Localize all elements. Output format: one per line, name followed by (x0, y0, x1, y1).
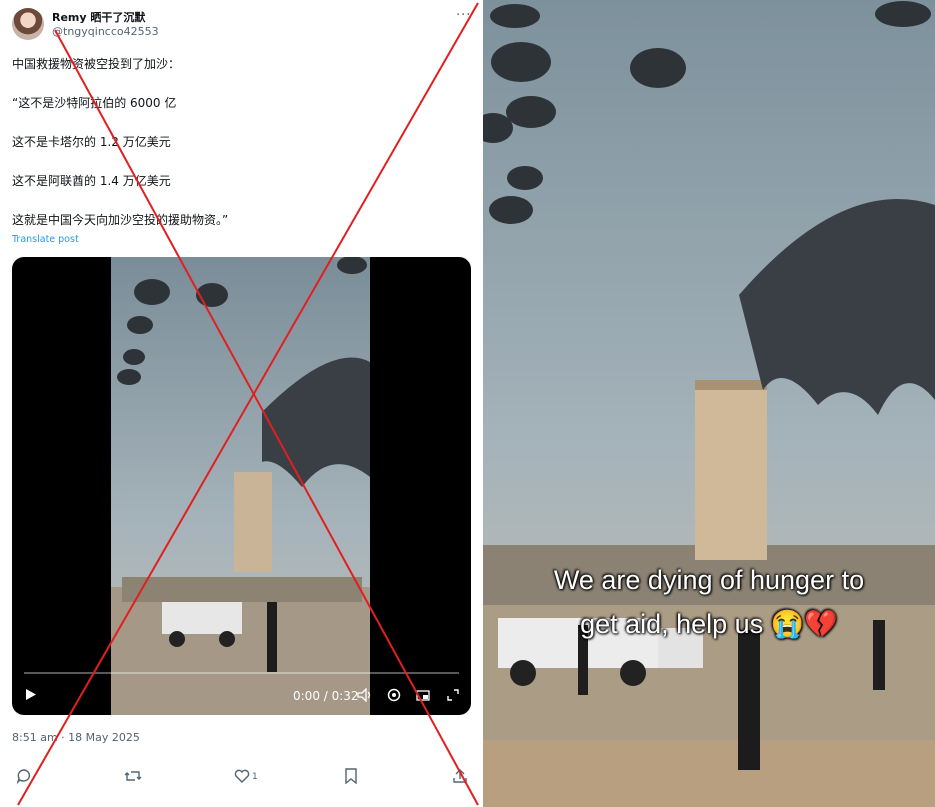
red-cross-mark (17, 2, 479, 806)
airdrop-scene (483, 0, 935, 807)
caption-line-2: get aid, help us 😭💔 (580, 609, 838, 639)
tweet-panel: Remy 晒干了沉默 @tngyqincco42553 ··· 中国救援物资被空… (0, 0, 480, 807)
caption-line-1: We are dying of hunger to (553, 565, 865, 595)
video-frame-panel: We are dying of hunger to get aid, help … (483, 0, 935, 807)
